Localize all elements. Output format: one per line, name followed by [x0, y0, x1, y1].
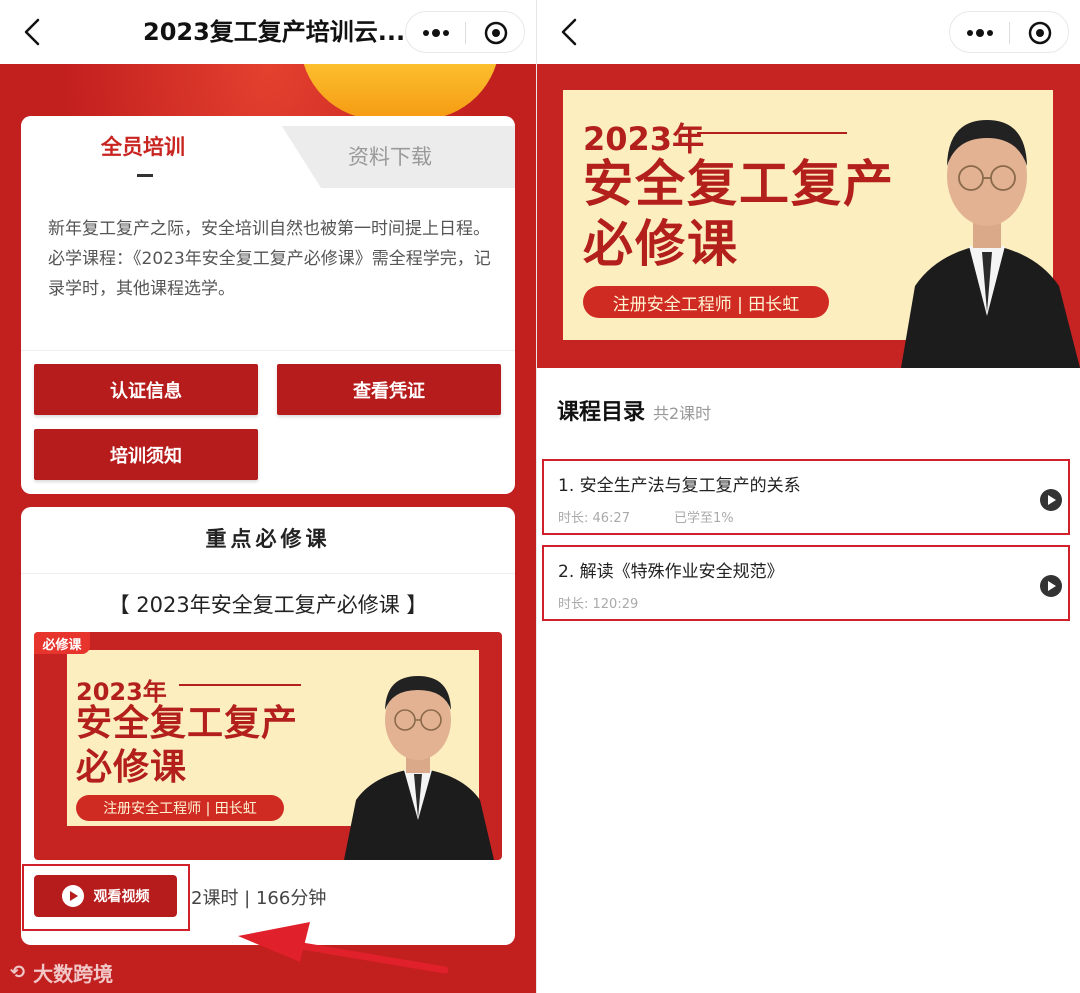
training-intro-card: 全员培训 资料下载 新年复工复产之际，安全培训自然也被第一时间提上日程。 必学课…	[21, 116, 515, 494]
banner-headline-line-1: 安全复工复产	[76, 703, 299, 744]
watermark-logo-icon: ⟲	[10, 962, 26, 983]
lesson-title: 2. 解读《特殊作业安全规范》	[558, 562, 784, 582]
instructor-portrait	[344, 676, 494, 860]
auth-info-button[interactable]: 认证信息	[34, 364, 258, 415]
instructor-portrait	[901, 120, 1080, 368]
course-meta: 2课时 | 166分钟	[191, 888, 327, 909]
view-certificate-button[interactable]: 查看凭证	[277, 364, 501, 415]
lesson-title: 1. 安全生产法与复工复产的关系	[558, 476, 801, 496]
training-notice-button[interactable]: 培训须知	[34, 429, 258, 480]
left-nav-bar: 2023复工复产培训云...	[0, 0, 536, 64]
capsule-divider	[1009, 22, 1010, 44]
active-tab-indicator	[137, 174, 153, 177]
intro-line-2: 必学课程：《2023年安全复工复产必修课》需全程学完，记录学时，其他课程选学。	[48, 249, 491, 299]
back-arrow-icon[interactable]	[18, 16, 48, 48]
course-title: 【 2023年安全复工复产必修课 】	[108, 593, 428, 617]
right-nav-bar	[537, 0, 1080, 64]
lesson-duration: 时长: 120:29	[558, 597, 639, 612]
lesson-item[interactable]: 2. 解读《特殊作业安全规范》 时长: 120:29	[542, 545, 1070, 621]
tab-all-staff-training[interactable]: 全员培训	[101, 130, 185, 164]
banner-headline: 安全复工复产 必修课	[583, 154, 895, 274]
play-icon[interactable]	[1040, 489, 1062, 511]
left-screen: 2023复工复产培训云... 全员培训 资料下载 新年复工复产之际，安全培训自然…	[0, 0, 536, 993]
play-icon[interactable]	[1040, 575, 1062, 597]
divider	[21, 350, 515, 351]
intro-line-1: 新年复工复产之际，安全培训自然也被第一时间提上日程。	[48, 219, 490, 239]
lesson-item[interactable]: 1. 安全生产法与复工复产的关系 时长: 46:27 已学至1%	[542, 459, 1070, 535]
annotation-highlight-box	[22, 864, 190, 931]
banner-headline-line-2: 必修课	[583, 215, 739, 273]
capsule-divider	[465, 22, 466, 44]
catalog-title: 课程目录	[557, 400, 646, 425]
course-video-banner[interactable]: 2023年 安全复工复产 必修课 注册安全工程师 | 田长虹	[537, 64, 1080, 368]
banner-headline: 安全复工复产 必修课	[76, 702, 298, 790]
annotation-arrow-icon	[238, 922, 449, 974]
banner-rule	[697, 132, 847, 134]
banner-rule	[179, 684, 301, 686]
more-dots-icon[interactable]	[418, 20, 454, 46]
catalog-count: 共2课时	[653, 404, 712, 423]
section-title: 重点必修课	[205, 527, 331, 551]
watermark: ⟲ 大数跨境	[10, 958, 113, 987]
back-arrow-icon[interactable]	[555, 16, 585, 48]
close-target-icon[interactable]	[1022, 20, 1058, 46]
close-target-icon[interactable]	[478, 20, 514, 46]
lesson-progress: 已学至1%	[674, 511, 734, 526]
banner-instructor-pill: 注册安全工程师 | 田长虹	[583, 286, 829, 318]
mini-program-capsule	[949, 11, 1069, 53]
page-title: 2023复工复产培训云...	[143, 18, 406, 46]
mini-program-capsule	[405, 11, 525, 53]
tab-material-download[interactable]: 资料下载	[348, 140, 432, 174]
watermark-text: 大数跨境	[33, 962, 114, 986]
intro-description: 新年复工复产之际，安全培训自然也被第一时间提上日程。 必学课程：《2023年安全…	[48, 214, 493, 304]
required-course-badge: 必修课	[34, 632, 90, 654]
banner-headline-line-2: 必修课	[76, 747, 188, 788]
divider	[21, 573, 515, 574]
lesson-duration: 时长: 46:27	[558, 511, 630, 526]
course-banner[interactable]: 2023年 安全复工复产 必修课 注册安全工程师 | 田长虹	[34, 632, 502, 860]
banner-instructor-pill: 注册安全工程师 | 田长虹	[76, 795, 284, 821]
more-dots-icon[interactable]	[962, 20, 998, 46]
right-screen: 2023年 安全复工复产 必修课 注册安全工程师 | 田长虹 课程目录 共2课时…	[537, 0, 1080, 993]
banner-headline-line-1: 安全复工复产	[583, 155, 895, 213]
